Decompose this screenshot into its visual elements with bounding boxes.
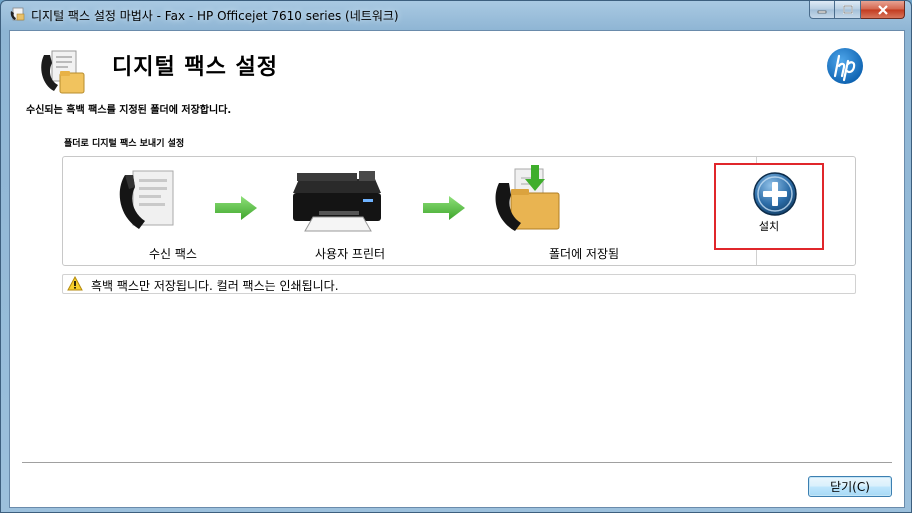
setup-button-label: 설치 [758, 220, 780, 233]
close-button[interactable]: 닫기(C) [808, 476, 892, 497]
step-label-incoming-fax: 수신 팩스 [149, 247, 197, 261]
page-title: 디지털 팩스 설정 [112, 55, 278, 80]
flow-group-label: 폴더로 디지털 팩스 보내기 설정 [64, 139, 185, 149]
close-icon [877, 4, 888, 15]
hp-logo-icon [827, 48, 863, 84]
folder-save-icon [495, 165, 560, 231]
incoming-fax-icon [119, 170, 174, 229]
step-label-folder: 폴더에 저장됨 [549, 247, 620, 261]
minimize-button[interactable] [809, 1, 835, 19]
close-window-button[interactable] [861, 1, 905, 19]
minimize-icon [817, 10, 827, 13]
maximize-icon [842, 5, 853, 14]
wizard-content: 디지털 팩스 설정 수신되는 흑백 팩스를 지정된 폴더에 저장합니다. 폴더로… [9, 30, 905, 508]
wizard-window: 디지털 팩스 설정 마법사 - Fax - HP Officejet 7610 … [0, 0, 912, 513]
arrow-right-icon [423, 196, 465, 220]
title-bar[interactable]: 디지털 팩스 설정 마법사 - Fax - HP Officejet 7610 … [1, 1, 911, 29]
page-description: 수신되는 흑백 팩스를 지정된 폴더에 저장합니다. [26, 105, 232, 116]
warning-bar: 흑백 팩스만 저장됩니다. 컬러 팩스는 인쇄됩니다. [62, 274, 856, 294]
maximize-button[interactable] [835, 1, 861, 19]
fax-app-icon [10, 7, 25, 21]
printer-icon [293, 171, 381, 232]
footer-divider [22, 462, 892, 464]
digital-fax-icon [41, 50, 85, 94]
setup-button[interactable]: 설치 [714, 163, 824, 250]
window-controls [809, 1, 905, 20]
warning-text: 흑백 팩스만 저장됩니다. 컬러 팩스는 인쇄됩니다. [91, 279, 339, 293]
step-label-printer: 사용자 프린터 [315, 247, 386, 261]
arrow-right-icon [215, 196, 257, 220]
plus-circle-icon [753, 172, 797, 216]
warning-icon [67, 276, 83, 291]
window-title: 디지털 팩스 설정 마법사 - Fax - HP Officejet 7610 … [31, 9, 399, 23]
